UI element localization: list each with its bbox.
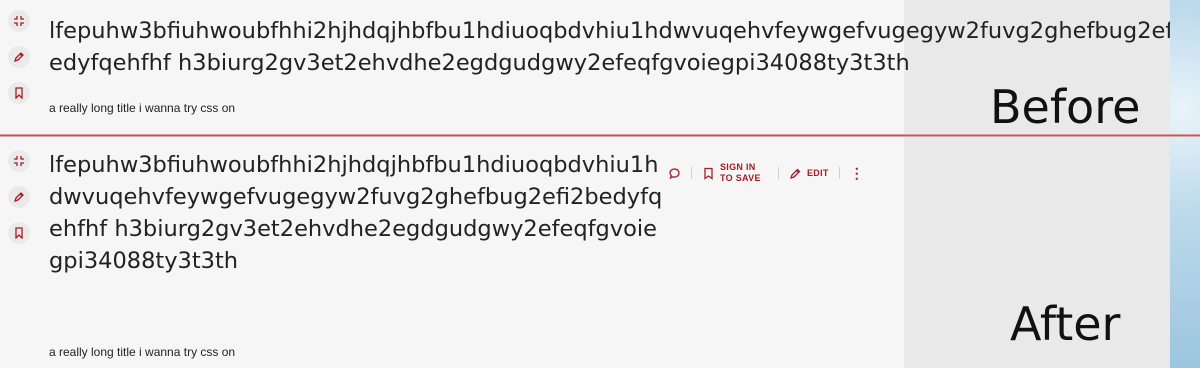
edit-page-button[interactable]: EDIT [789, 167, 829, 180]
side-toolbar [8, 10, 30, 118]
comment-button[interactable] [668, 167, 681, 180]
pencil-icon [13, 52, 24, 63]
kebab-icon: ⋮ [849, 165, 864, 181]
edit-label: EDIT [807, 167, 829, 178]
sign-in-line-2: TO SAVE [720, 173, 761, 183]
sign-in-label: SIGN IN TO SAVE [720, 162, 768, 184]
pencil-icon [13, 192, 24, 203]
edit-button[interactable] [8, 46, 30, 68]
sign-in-line-1: SIGN IN [720, 162, 756, 172]
title-actions: SIGN IN TO SAVE EDIT ⋮ [668, 162, 864, 184]
after-label: After [1010, 297, 1121, 351]
bookmark-icon [15, 227, 23, 239]
collapse-button[interactable] [8, 150, 30, 172]
background-sky [1170, 0, 1200, 368]
page-subtitle: a really long title i wanna try css on [49, 101, 236, 115]
separator [691, 167, 692, 179]
bookmark-icon [15, 87, 23, 99]
collapse-icon [14, 156, 24, 166]
pencil-icon [789, 168, 801, 179]
sign-in-to-save-button[interactable]: SIGN IN TO SAVE [702, 162, 768, 184]
page-subtitle: a really long title i wanna try css on [49, 345, 236, 359]
collapse-icon [14, 16, 24, 26]
before-panel: Before lfepuhw3bfiuhwoubfhhi2hjhdqjhbfbu… [0, 0, 1170, 134]
page-title: lfepuhw3bfiuhwoubfhhi2hjhdqjhbfbu1hdiuoq… [49, 18, 1170, 76]
separator [778, 167, 779, 179]
page-title: lfepuhw3bfiuhwoubfhhi2hjhdqjhbfbu1hdiuoq… [49, 152, 663, 274]
collapse-button[interactable] [8, 10, 30, 32]
edit-button[interactable] [8, 186, 30, 208]
after-panel: After lfepuhw3bfiuhwoubfhhi2hjhdqjhbfbu1… [0, 137, 1170, 368]
bookmark-button[interactable] [8, 82, 30, 104]
side-toolbar [8, 150, 30, 258]
bookmark-icon [704, 167, 713, 180]
more-options-button[interactable]: ⋮ [850, 166, 864, 180]
comment-icon [669, 167, 680, 179]
separator [838, 167, 840, 179]
bookmark-button[interactable] [8, 222, 30, 244]
before-label: Before [990, 80, 1141, 134]
